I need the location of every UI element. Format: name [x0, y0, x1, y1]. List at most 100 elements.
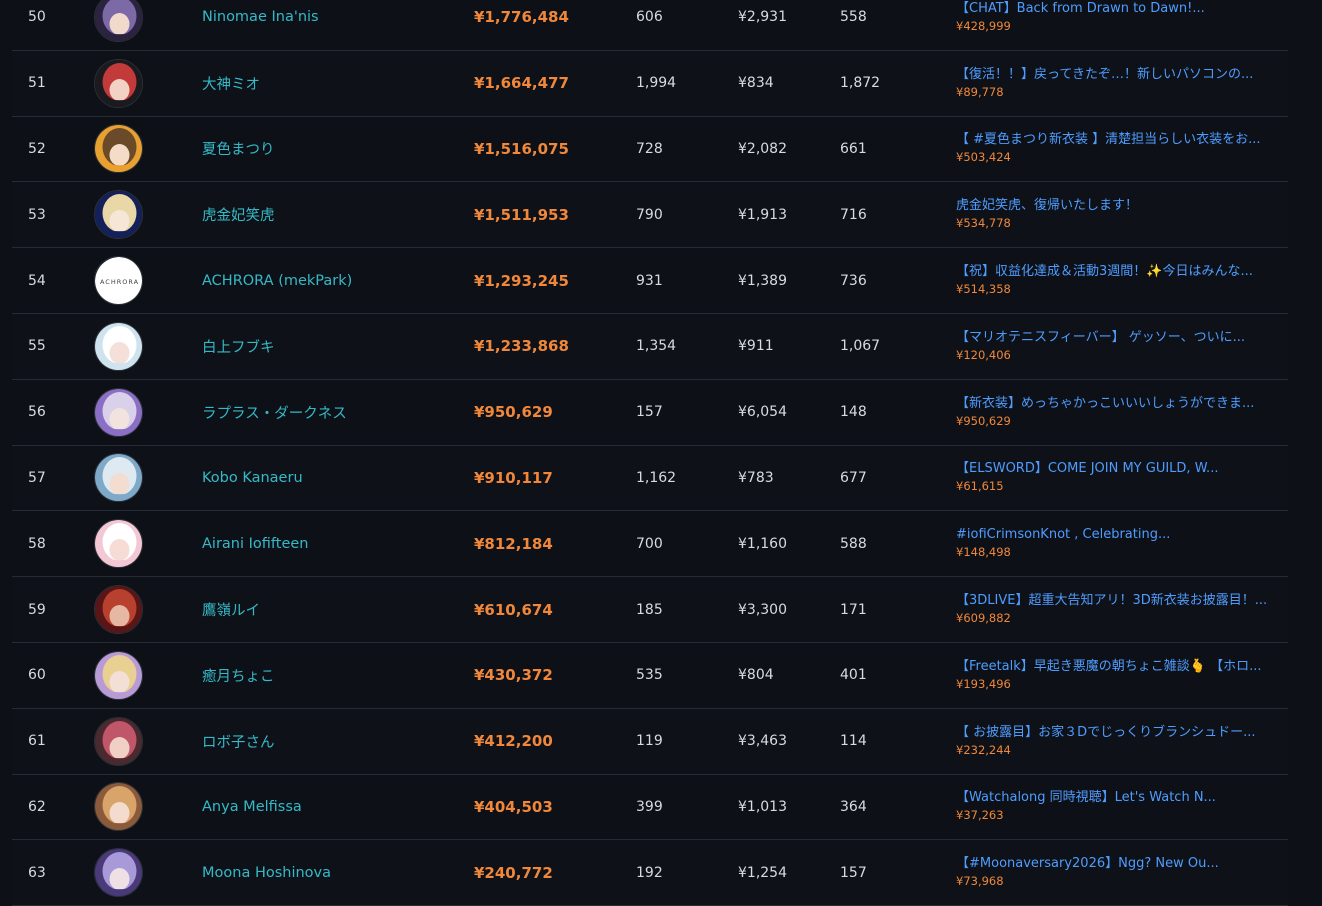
- table-row[interactable]: 63 Moona Hoshinova ¥240,772 192 ¥1,254 1…: [12, 840, 1288, 906]
- avatar[interactable]: [94, 511, 143, 576]
- avatar[interactable]: [94, 117, 143, 182]
- superchat-count: 728: [636, 140, 663, 157]
- top-stream-amount: ¥503,424: [956, 150, 1011, 165]
- superchat-count: 192: [636, 864, 663, 881]
- avatar-image: [95, 322, 142, 370]
- total-amount: ¥812,184: [474, 534, 553, 553]
- top-stream-title-link[interactable]: 【マリオテニスフィーバー】 ゲッソー、ついに...: [956, 329, 1245, 347]
- rank-number: 52: [28, 140, 46, 157]
- rank-number: 55: [28, 338, 46, 355]
- channel-name-link[interactable]: ラプラス・ダークネス: [202, 380, 347, 445]
- average-amount: ¥834: [738, 75, 774, 92]
- avatar[interactable]: [94, 0, 143, 50]
- table-row[interactable]: 60 癒月ちょこ ¥430,372 535 ¥804 401 【Freetalk…: [12, 643, 1288, 709]
- table-row[interactable]: 58 Airani Iofifteen ¥812,184 700 ¥1,160 …: [12, 511, 1288, 578]
- unique-users: 364: [840, 798, 867, 815]
- superchat-count: 1,994: [636, 75, 677, 92]
- table-row[interactable]: 51 大神ミオ ¥1,664,477 1,994 ¥834 1,872 【復活！…: [12, 50, 1288, 117]
- top-stream-amount: ¥950,629: [956, 413, 1011, 428]
- top-stream-title-link[interactable]: 【新衣装】めっちゃかっこいいいしょうができま...: [956, 395, 1254, 413]
- table-row[interactable]: 50 Ninomae Ina'nis ¥1,776,484 606 ¥2,931…: [12, 0, 1288, 51]
- unique-users: 588: [840, 535, 867, 552]
- unique-users: 157: [840, 864, 867, 881]
- top-stream-title-link[interactable]: 【3DLIVE】超重大告知アリ！3D新衣装お披露目！...: [956, 592, 1267, 610]
- top-stream: 【復活！！】戻ってきたぞ…！新しいパソコンの... ¥89,778: [956, 51, 1276, 116]
- channel-name-link[interactable]: 鷹嶺ルイ: [202, 577, 260, 642]
- channel-name-link[interactable]: 癒月ちょこ: [202, 643, 275, 708]
- top-stream-title-link[interactable]: 【 お披露目】お家３Dでじっくりブランシュドー...: [956, 724, 1256, 742]
- channel-name-link[interactable]: Airani Iofifteen: [202, 511, 308, 576]
- average-amount: ¥1,913: [738, 206, 787, 223]
- top-stream-amount: ¥232,244: [956, 742, 1011, 757]
- top-stream: 【Freetalk】早起き悪魔の朝ちょこ雑談🫰 【ホロ... ¥193,496: [956, 643, 1276, 708]
- top-stream: 【ELSWORD】COME JOIN MY GUILD, W... ¥61,61…: [956, 446, 1276, 511]
- top-stream: 【祝】収益化達成＆活動3週間！✨今日はみんな... ¥514,358: [956, 248, 1276, 313]
- total-amount: ¥610,674: [474, 600, 553, 619]
- avatar[interactable]: [94, 51, 143, 116]
- total-amount: ¥1,511,953: [474, 205, 569, 224]
- channel-name-link[interactable]: 白上フブキ: [202, 314, 275, 379]
- top-stream-title-link[interactable]: 【復活！！】戻ってきたぞ…！新しいパソコンの...: [956, 66, 1253, 84]
- rank-number: 59: [28, 601, 46, 618]
- top-stream-amount: ¥428,999: [956, 18, 1011, 33]
- table-row[interactable]: 62 Anya Melfissa ¥404,503 399 ¥1,013 364…: [12, 775, 1288, 841]
- avatar[interactable]: [94, 446, 143, 511]
- channel-name-link[interactable]: 虎金妃笑虎: [202, 182, 275, 247]
- rank-number: 62: [28, 798, 46, 815]
- channel-name-link[interactable]: Ninomae Ina'nis: [202, 0, 319, 50]
- top-stream: 【マリオテニスフィーバー】 ゲッソー、ついに... ¥120,406: [956, 314, 1276, 379]
- top-stream-amount: ¥37,263: [956, 808, 1004, 823]
- top-stream-title-link[interactable]: 【祝】収益化達成＆活動3週間！✨今日はみんな...: [956, 263, 1253, 281]
- superchat-count: 790: [636, 206, 663, 223]
- rank-number: 50: [28, 9, 46, 26]
- table-row[interactable]: 52 夏色まつり ¥1,516,075 728 ¥2,082 661 【 #夏色…: [12, 117, 1288, 183]
- table-row[interactable]: 57 Kobo Kanaeru ¥910,117 1,162 ¥783 677 …: [12, 445, 1288, 512]
- top-stream-title-link[interactable]: 【ELSWORD】COME JOIN MY GUILD, W...: [956, 460, 1218, 478]
- unique-users: 1,067: [840, 338, 881, 355]
- top-stream-amount: ¥148,498: [956, 545, 1011, 560]
- channel-name-link[interactable]: ロボ子さん: [202, 709, 275, 774]
- table-row[interactable]: 61 ロボ子さん ¥412,200 119 ¥3,463 114 【 お披露目】…: [12, 708, 1288, 775]
- avatar[interactable]: [94, 840, 143, 905]
- top-stream-title-link[interactable]: 虎金妃笑虎、復帰いたします！: [956, 197, 1138, 215]
- top-stream-title-link[interactable]: 【Watchalong 同時視聴】Let's Watch N...: [956, 789, 1216, 807]
- channel-name-link[interactable]: 大神ミオ: [202, 51, 260, 116]
- avatar[interactable]: [94, 775, 143, 840]
- top-stream-title-link[interactable]: 【CHAT】Back from Drawn to Dawn!...: [956, 0, 1205, 18]
- avatar[interactable]: [94, 577, 143, 642]
- average-amount: ¥783: [738, 469, 774, 486]
- channel-name-link[interactable]: Anya Melfissa: [202, 775, 302, 840]
- table-row[interactable]: 56 ラプラス・ダークネス ¥950,629 157 ¥6,054 148 【新…: [12, 380, 1288, 446]
- average-amount: ¥1,013: [738, 798, 787, 815]
- total-amount: ¥404,503: [474, 797, 553, 816]
- top-stream-title-link[interactable]: #iofiCrimsonKnot , Celebrating...: [956, 526, 1170, 544]
- top-stream-amount: ¥514,358: [956, 282, 1011, 297]
- avatar[interactable]: [94, 709, 143, 774]
- channel-name-link[interactable]: Moona Hoshinova: [202, 840, 331, 905]
- avatar[interactable]: [94, 380, 143, 445]
- avatar-image: [95, 191, 142, 239]
- channel-logo: ACHRORA: [95, 257, 142, 305]
- avatar[interactable]: [94, 182, 143, 247]
- table-row[interactable]: 54 ACHRORA ACHRORA (mekPark) ¥1,293,245 …: [12, 248, 1288, 314]
- channel-name-link[interactable]: 夏色まつり: [202, 117, 275, 182]
- top-stream-title-link[interactable]: 【 #夏色まつり新衣装 】清楚担当らしい衣装をお...: [956, 131, 1261, 149]
- table-row[interactable]: 59 鷹嶺ルイ ¥610,674 185 ¥3,300 171 【3DLIVE】…: [12, 577, 1288, 643]
- avatar[interactable]: ACHRORA: [94, 248, 143, 313]
- total-amount: ¥1,664,477: [474, 74, 569, 93]
- top-stream: 虎金妃笑虎、復帰いたします！ ¥534,778: [956, 182, 1276, 247]
- avatar-image: [95, 783, 142, 831]
- top-stream-title-link[interactable]: 【Freetalk】早起き悪魔の朝ちょこ雑談🫰 【ホロ...: [956, 658, 1262, 676]
- avatar[interactable]: [94, 314, 143, 379]
- channel-name-link[interactable]: ACHRORA (mekPark): [202, 248, 352, 313]
- channel-name-link[interactable]: Kobo Kanaeru: [202, 446, 303, 511]
- average-amount: ¥2,082: [738, 140, 787, 157]
- avatar[interactable]: [94, 643, 143, 708]
- top-stream-title-link[interactable]: 【#Moonaversary2026】Ngg? New Ou...: [956, 855, 1219, 873]
- total-amount: ¥1,233,868: [474, 337, 569, 356]
- table-row[interactable]: 55 白上フブキ ¥1,233,868 1,354 ¥911 1,067 【マリ…: [12, 313, 1288, 380]
- top-stream: 【 お披露目】お家３Dでじっくりブランシュドー... ¥232,244: [956, 709, 1276, 774]
- unique-users: 716: [840, 206, 867, 223]
- total-amount: ¥1,516,075: [474, 139, 569, 158]
- table-row[interactable]: 53 虎金妃笑虎 ¥1,511,953 790 ¥1,913 716 虎金妃笑虎…: [12, 182, 1288, 249]
